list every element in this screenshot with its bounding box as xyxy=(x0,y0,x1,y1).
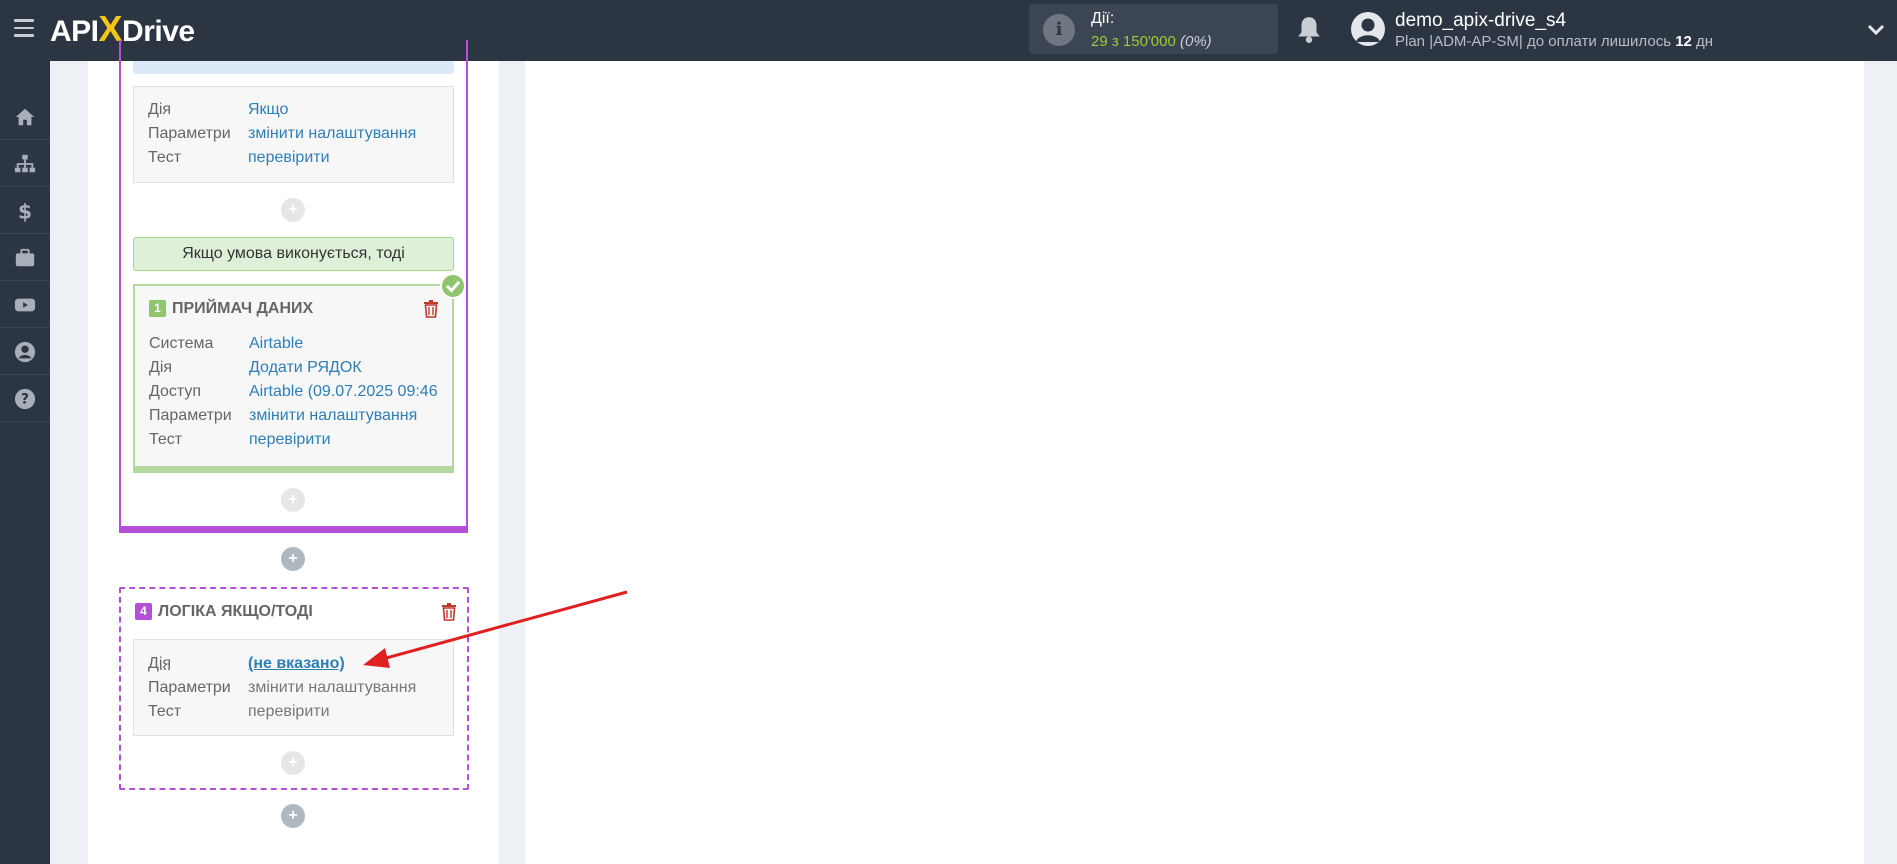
filter-row-test: Тест перевірити xyxy=(148,149,330,166)
svg-text:$: $ xyxy=(18,200,32,222)
logic-row-test: Тест перевірити xyxy=(148,703,330,720)
condition-bar: Якщо умова виконується, тоді xyxy=(133,237,454,271)
add-step-button[interactable]: + xyxy=(281,488,305,512)
receiver-params-link[interactable]: змінити налаштування xyxy=(249,407,417,424)
actions-count: 29 з 150'000 (0%) xyxy=(1091,33,1212,50)
dollar-icon: $ xyxy=(18,200,32,222)
check-icon xyxy=(440,273,466,299)
add-block-button[interactable]: + xyxy=(281,804,305,828)
receiver-row-params: Параметри змінити налаштування xyxy=(149,407,418,424)
menu-icon[interactable] xyxy=(14,19,34,37)
receiver-title: 1 ПРИЙМАЧ ДАНИХ xyxy=(149,300,313,318)
sidebar-item-connections[interactable] xyxy=(0,141,50,187)
sidebar-item-billing[interactable]: $ xyxy=(0,188,50,234)
user-name[interactable]: demo_apix-drive_s4 xyxy=(1395,10,1566,32)
trash-icon[interactable] xyxy=(423,300,439,318)
previous-block-bottom xyxy=(133,61,454,74)
filter-row-params: Параметри змінити налаштування xyxy=(148,125,417,142)
add-block-button[interactable]: + xyxy=(281,547,305,571)
logic-row-params: Параметри змінити налаштування xyxy=(148,679,417,696)
info-icon: i xyxy=(1043,14,1075,46)
bell-icon[interactable] xyxy=(1296,15,1322,43)
receiver-row-test: Тест перевірити xyxy=(149,431,331,448)
sidebar-item-account[interactable] xyxy=(0,329,50,375)
user-circle-icon xyxy=(14,341,36,362)
user-plan: Plan |ADM-AP-SM| до оплати лишилось 12 д… xyxy=(1395,33,1714,50)
filter-test-link[interactable]: перевірити xyxy=(248,149,330,166)
filter-action-link[interactable]: Якщо xyxy=(248,101,288,118)
sidebar-item-help[interactable]: ? xyxy=(0,376,50,422)
actions-label: Дії: xyxy=(1091,10,1115,27)
add-step-button[interactable]: + xyxy=(281,751,305,775)
logic-row-action: Дія (не вказано) xyxy=(148,655,345,672)
receiver-row-action: Дія Додати РЯДОК xyxy=(149,359,362,376)
receiver-access-link[interactable]: Airtable (09.07.2025 09:46 xyxy=(249,383,438,400)
sidebar-item-tools[interactable] xyxy=(0,235,50,281)
receiver-system-link[interactable]: Airtable xyxy=(249,335,303,352)
help-icon: ? xyxy=(14,388,36,409)
chevron-down-icon[interactable] xyxy=(1866,20,1886,40)
sitemap-icon xyxy=(14,154,36,172)
sidebar: $ ? xyxy=(0,61,50,864)
svg-text:?: ? xyxy=(21,391,29,407)
avatar[interactable] xyxy=(1351,12,1385,46)
receiver-block: 1 ПРИЙМАЧ ДАНИХ Система Airtable Дія Додати… xyxy=(133,284,454,473)
receiver-row-access: Доступ Airtable (09.07.2025 09:46 xyxy=(149,383,438,400)
sidebar-item-video[interactable] xyxy=(0,282,50,328)
sidebar-item-home[interactable] xyxy=(0,94,50,140)
filter-row-action: Дія Якщо xyxy=(148,101,289,118)
youtube-icon xyxy=(14,298,36,311)
settings-panel xyxy=(525,61,1864,864)
filter-card: Дія Якщо Параметри змінити налаштування Те… xyxy=(133,86,454,183)
logic-action-link[interactable]: (не вказано) xyxy=(248,655,345,672)
receiver-row-system: Система Airtable xyxy=(149,335,304,352)
actions-counter: i Дії: 29 з 150'000 (0%) xyxy=(1029,4,1278,54)
logic-title: 4 ЛОГІКА ЯКЩО/ТОДІ xyxy=(135,603,313,621)
receiver-action-link[interactable]: Додати РЯДОК xyxy=(249,359,362,376)
annotation-arrow xyxy=(363,590,628,668)
receiver-test-link[interactable]: перевірити xyxy=(249,431,331,448)
home-icon xyxy=(15,108,35,125)
briefcase-icon xyxy=(15,248,35,266)
add-step-button[interactable]: + xyxy=(281,198,305,222)
filter-params-link[interactable]: змінити налаштування xyxy=(248,125,416,142)
